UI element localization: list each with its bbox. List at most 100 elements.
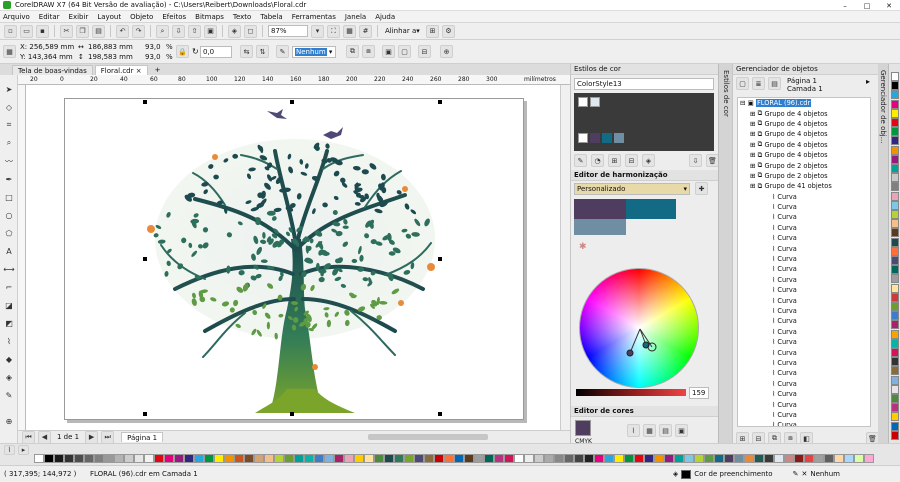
- selection-handle[interactable]: [143, 100, 147, 104]
- document-palette-swatch[interactable]: [534, 454, 544, 463]
- document-palette-swatch[interactable]: [384, 454, 394, 463]
- import-icon[interactable]: ⇩: [172, 24, 185, 38]
- tree-node-curve[interactable]: ⌇ Curva: [738, 410, 870, 420]
- eyedropper-icon[interactable]: ⌇: [4, 445, 15, 455]
- tree-node-curve[interactable]: ⌇ Curva: [738, 285, 870, 295]
- full-screen-icon[interactable]: ⛶: [327, 24, 340, 38]
- palette-swatch[interactable]: [891, 348, 899, 357]
- palette-swatch[interactable]: [891, 200, 899, 210]
- new-document-icon[interactable]: ▫: [4, 24, 17, 38]
- tree-node-curve[interactable]: ⌇ Curva: [738, 254, 870, 264]
- document-palette-swatch[interactable]: [814, 454, 824, 463]
- lock-ratio-icon[interactable]: 🔒: [176, 45, 189, 58]
- layer-icon[interactable]: ▤: [768, 77, 781, 90]
- horizontal-scrollbar[interactable]: [368, 434, 489, 440]
- document-palette-swatch[interactable]: [484, 454, 494, 463]
- document-palette-swatch[interactable]: [504, 454, 514, 463]
- palette-icon[interactable]: ◈: [642, 154, 655, 167]
- page-tab[interactable]: Página 1: [121, 432, 164, 442]
- color-editor-header[interactable]: Editor de cores: [571, 406, 718, 417]
- color-style-name[interactable]: ColorStyle13: [574, 78, 714, 90]
- tree-node-curve[interactable]: ⌇ Curva: [738, 223, 870, 233]
- document-palette-swatch[interactable]: [784, 454, 794, 463]
- convert-icon[interactable]: ⊞: [608, 154, 621, 167]
- menu-efeitos[interactable]: Efeitos: [162, 13, 186, 21]
- outline-pen-icon[interactable]: ✎: [276, 45, 289, 58]
- tree-node-group[interactable]: ⊞ ⧉ Grupo de 4 objetos: [738, 119, 870, 129]
- document-palette-swatch[interactable]: [444, 454, 454, 463]
- drop-shadow-icon[interactable]: ◪: [3, 299, 15, 311]
- app-launcher-icon[interactable]: ◈: [228, 24, 241, 38]
- maximize-icon[interactable]: □: [856, 0, 878, 11]
- palette-swatch[interactable]: [891, 136, 899, 146]
- document-palette-swatch[interactable]: [684, 454, 694, 463]
- palette-swatch[interactable]: [891, 210, 899, 219]
- zoom-level-field[interactable]: 87%: [268, 25, 308, 37]
- add-tool-icon[interactable]: ⊕: [3, 415, 15, 427]
- document-palette-swatch[interactable]: [414, 454, 424, 463]
- expand-icon[interactable]: ⊞: [750, 172, 756, 180]
- document-palette-swatch[interactable]: [354, 454, 364, 463]
- expand-icon[interactable]: ⊞: [750, 141, 756, 149]
- tab-welcome-screen[interactable]: Tela de boas-vindas: [12, 65, 93, 75]
- palette-swatch[interactable]: [891, 412, 899, 422]
- document-palette-swatch[interactable]: [674, 454, 684, 463]
- palette-swatch[interactable]: [891, 108, 899, 118]
- palette-swatch[interactable]: [891, 357, 899, 367]
- tree-node-curve[interactable]: ⌇ Curva: [738, 337, 870, 347]
- document-palette-swatch[interactable]: [854, 454, 864, 463]
- tree-node-group[interactable]: ⊞ ⧉ Grupo de 4 objetos: [738, 129, 870, 139]
- redo-icon[interactable]: ↷: [132, 24, 145, 38]
- document-palette-swatch[interactable]: [284, 454, 294, 463]
- expand-icon[interactable]: ⊞: [750, 130, 756, 138]
- undo-icon[interactable]: ↶: [116, 24, 129, 38]
- save-icon[interactable]: ▪: [36, 24, 49, 38]
- tree-node-group[interactable]: ⊞ ⧉ Grupo de 4 objetos: [738, 150, 870, 160]
- paste-icon[interactable]: ▤: [92, 24, 105, 38]
- expand-icon[interactable]: ⊞: [750, 182, 756, 190]
- menu-texto[interactable]: Texto: [233, 13, 251, 21]
- eyedropper-icon[interactable]: ⌇: [3, 335, 15, 347]
- document-palette-swatch[interactable]: [234, 454, 244, 463]
- document-palette-swatch[interactable]: [734, 454, 744, 463]
- document-palette-swatch[interactable]: [84, 454, 94, 463]
- document-palette-swatch[interactable]: [694, 454, 704, 463]
- document-palette-swatch[interactable]: [474, 454, 484, 463]
- polygon-tool-icon[interactable]: ⬠: [3, 227, 15, 239]
- shape-tool-icon[interactable]: ◇: [3, 101, 15, 113]
- document-palette-swatch[interactable]: [364, 454, 374, 463]
- harmony-swatch[interactable]: [574, 219, 626, 235]
- document-palette-swatch[interactable]: [594, 454, 604, 463]
- document-palette-swatch[interactable]: [64, 454, 74, 463]
- rotation-angle-field[interactable]: 0,0: [200, 46, 232, 58]
- document-palette-swatch[interactable]: [124, 454, 134, 463]
- minimize-icon[interactable]: –: [834, 0, 856, 11]
- color-palette-icon[interactable]: ▣: [675, 424, 688, 437]
- harmony-rule-icon[interactable]: ✱: [579, 242, 587, 252]
- document-palette-swatch[interactable]: [194, 454, 204, 463]
- tree-node-curve[interactable]: ⌇ Curva: [738, 347, 870, 357]
- tree-node-curve[interactable]: ⌇ Curva: [738, 327, 870, 337]
- color-viewer-icon[interactable]: ▦: [643, 424, 656, 437]
- import-styles-icon[interactable]: ⇩: [689, 154, 702, 167]
- document-page[interactable]: [64, 98, 524, 420]
- tree-node-curve[interactable]: ⌇ Curva: [738, 275, 870, 285]
- document-palette-swatch[interactable]: [324, 454, 334, 463]
- document-palette-swatch[interactable]: [604, 454, 614, 463]
- document-palette-swatch[interactable]: [664, 454, 674, 463]
- menu-exibir[interactable]: Exibir: [69, 13, 89, 21]
- expand-icon[interactable]: ⊞: [750, 151, 756, 159]
- menu-objeto[interactable]: Objeto: [130, 13, 153, 21]
- palette-swatch[interactable]: [891, 173, 899, 183]
- next-page-icon[interactable]: ▶: [85, 430, 99, 444]
- palette-swatch[interactable]: [891, 182, 899, 192]
- palette-swatch[interactable]: [891, 283, 899, 293]
- palette-swatch[interactable]: [891, 72, 899, 81]
- prev-page-icon[interactable]: ◀: [38, 430, 51, 444]
- object-origin-icon[interactable]: ▦: [3, 45, 16, 58]
- selection-handle[interactable]: [438, 257, 442, 261]
- palette-swatch[interactable]: [891, 81, 899, 91]
- mirror-horizontal-icon[interactable]: ⇆: [240, 45, 253, 58]
- document-palette-swatch[interactable]: [794, 454, 804, 463]
- palette-swatch[interactable]: [891, 127, 899, 137]
